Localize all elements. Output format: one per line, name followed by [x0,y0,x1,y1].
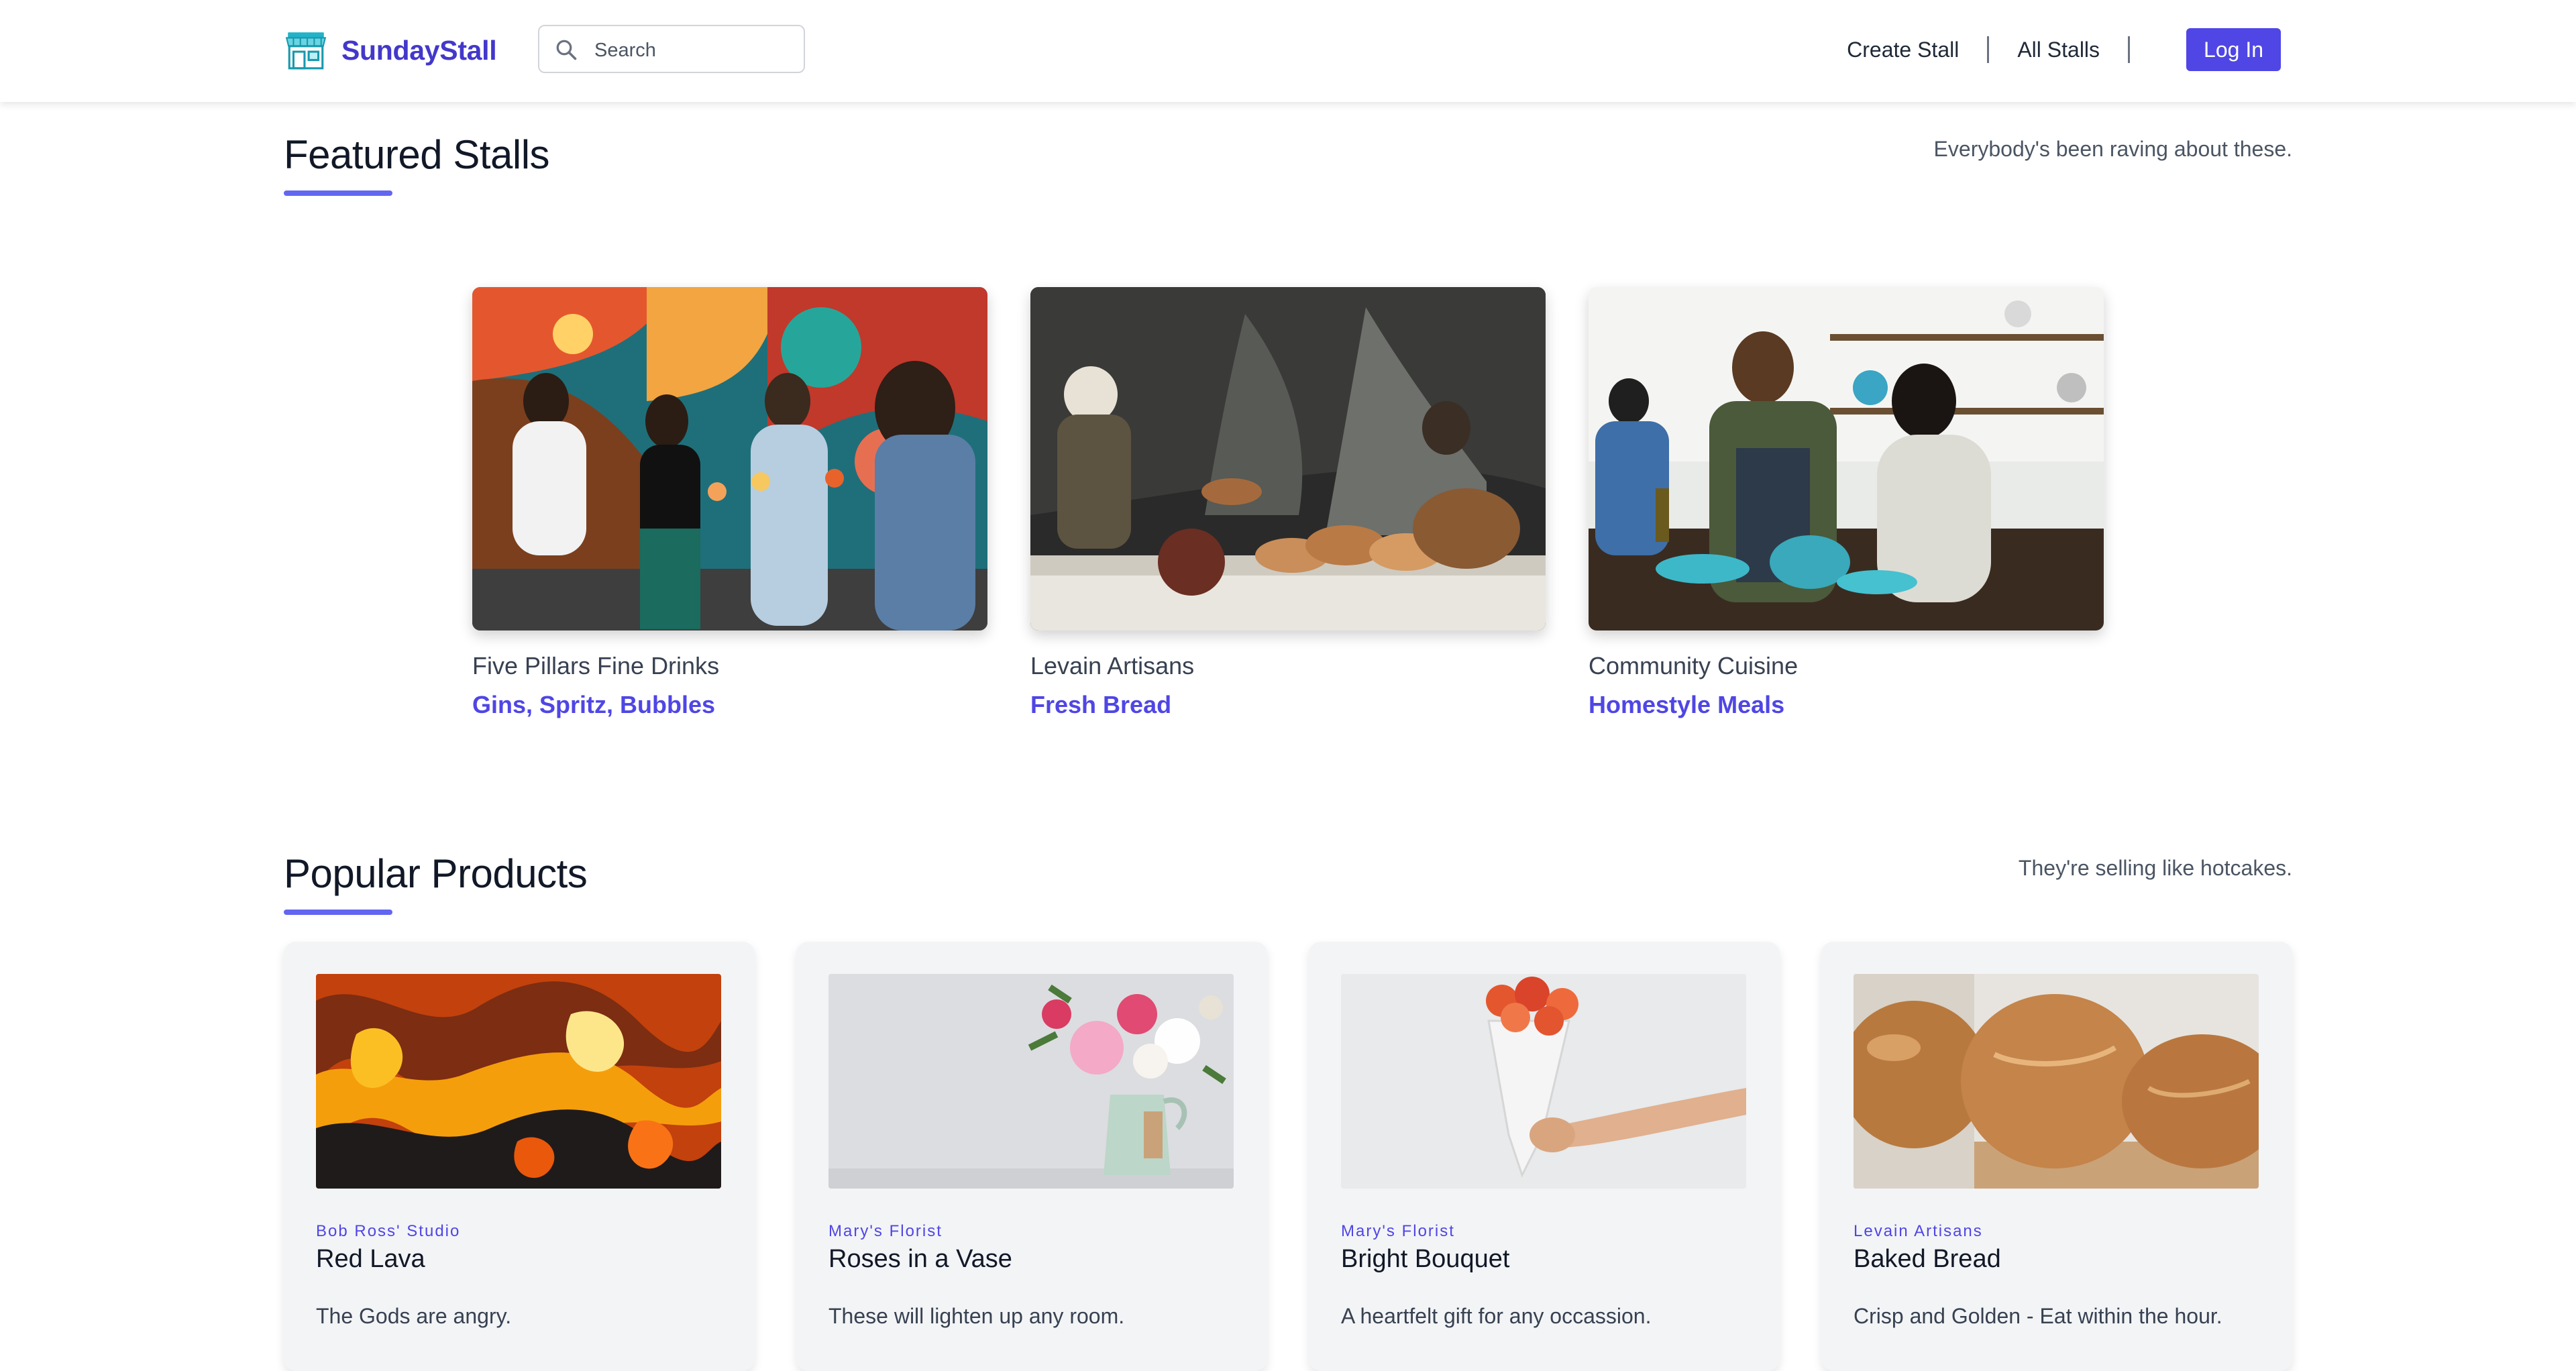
product-photo-roses[interactable] [828,974,1234,1189]
product-description: A heartfelt gift for any occassion. [1341,1304,1652,1328]
top-navbar: SundayStall Create Stall All Stalls Log … [0,0,2576,102]
product-photo-bouquet[interactable] [1341,974,1746,1189]
product-photo-bread[interactable] [1854,974,2259,1189]
brand-name[interactable]: SundayStall [341,35,497,66]
popular-products-title: Popular Products [284,851,588,896]
product-name[interactable]: Baked Bread [1854,1245,2001,1274]
featured-stalls-title: Featured Stalls [284,132,550,177]
product-stall-name[interactable]: Mary's Florist [828,1222,943,1241]
nav-links: Create Stall All Stalls Log In [1847,28,2281,72]
brand-logo[interactable]: SundayStall [284,28,497,72]
stall-name[interactable]: Community Cuisine [1589,652,2104,680]
product-description: The Gods are angry. [316,1304,512,1328]
stall-name[interactable]: Levain Artisans [1030,652,1546,680]
nav-divider [1987,36,1990,63]
search-input[interactable] [593,33,797,68]
product-stall-name[interactable]: Levain Artisans [1854,1222,1983,1241]
stall-photo-kitchen[interactable] [1589,287,2104,630]
title-underline [284,910,392,915]
product-card[interactable]: Levain Artisans Baked Bread Crisp and Go… [1821,942,2292,1371]
product-name[interactable]: Bright Bouquet [1341,1245,1509,1274]
product-description: Crisp and Golden - Eat within the hour. [1854,1304,2222,1328]
product-stall-name[interactable]: Bob Ross' Studio [316,1222,460,1241]
product-photo-lava[interactable] [316,974,721,1189]
nav-divider [2128,36,2131,63]
storefront-icon [285,32,327,70]
title-underline [284,190,392,196]
product-card[interactable]: Bob Ross' Studio Red Lava The Gods are a… [284,942,755,1371]
log-in-button[interactable]: Log In [2186,28,2281,71]
product-name[interactable]: Red Lava [316,1245,425,1274]
stall-tags[interactable]: Gins, Spritz, Bubbles [472,691,987,719]
stall-card[interactable]: Five Pillars Fine Drinks Gins, Spritz, B… [472,287,987,719]
stall-tags[interactable]: Fresh Bread [1030,691,1546,719]
stall-photo-bread[interactable] [1030,287,1546,630]
product-card[interactable]: Mary's Florist Roses in a Vase These wil… [796,942,1267,1371]
stall-card[interactable]: Levain Artisans Fresh Bread [1030,287,1546,719]
search-box[interactable] [538,25,805,73]
all-stalls-link[interactable]: All Stalls [2017,38,2100,62]
product-description: These will lighten up any room. [828,1304,1125,1328]
stall-name[interactable]: Five Pillars Fine Drinks [472,652,987,680]
stall-photo-drinks[interactable] [472,287,987,630]
product-stall-name[interactable]: Mary's Florist [1341,1222,1455,1241]
search-icon [556,40,577,60]
featured-tagline: Everybody's been raving about these. [1933,137,2292,161]
product-name[interactable]: Roses in a Vase [828,1245,1012,1274]
stall-tags[interactable]: Homestyle Meals [1589,691,2104,719]
stall-card[interactable]: Community Cuisine Homestyle Meals [1589,287,2104,719]
popular-tagline: They're selling like hotcakes. [2018,856,2292,880]
create-stall-link[interactable]: Create Stall [1847,38,1959,62]
product-card[interactable]: Mary's Florist Bright Bouquet A heartfel… [1309,942,1780,1371]
